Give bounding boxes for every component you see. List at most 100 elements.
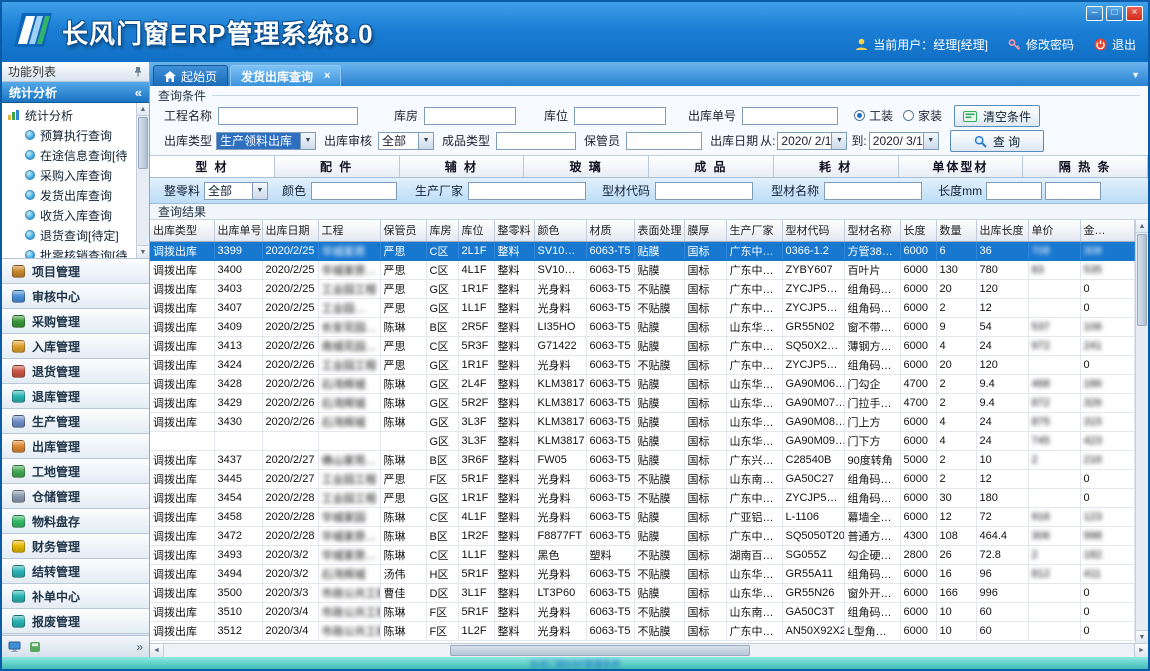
column-header[interactable]: 保管员: [380, 220, 426, 241]
project-name-input[interactable]: [218, 107, 358, 125]
sidebar-menu-item[interactable]: 审核中心: [2, 284, 149, 309]
sidebar-menu-item[interactable]: 结转管理: [2, 559, 149, 584]
table-row[interactable]: 调拨出库35102020/3/4市政公共工程陈琳F区5R1F整料光身料6063-…: [150, 602, 1134, 621]
color-filter-input[interactable]: [311, 182, 397, 200]
tree-item[interactable]: 批零核销查询[待: [2, 245, 136, 258]
scrollbar-thumb[interactable]: [138, 117, 148, 169]
tree-item[interactable]: 收货入库查询: [2, 205, 136, 225]
column-header[interactable]: 出库类型: [150, 220, 214, 241]
material-tab[interactable]: 单体型材: [899, 156, 1024, 177]
sidebar-menu-item[interactable]: 生产管理: [2, 409, 149, 434]
table-row[interactable]: 调拨出库34032020/2/25工业园工程严思G区1R1F整料光身料6063-…: [150, 279, 1134, 298]
column-header[interactable]: 单价: [1028, 220, 1080, 241]
sidebar-section-header[interactable]: 统计分析 «: [2, 82, 149, 103]
radio-jiazhuang[interactable]: [903, 110, 914, 121]
column-header[interactable]: 颜色: [534, 220, 586, 241]
maximize-button[interactable]: □: [1106, 6, 1123, 21]
location-input[interactable]: [574, 107, 666, 125]
table-row[interactable]: G区3L3F整料KLM38176063-T5贴膜国标山东华…GA90M09…门下…: [150, 431, 1134, 450]
table-row[interactable]: 调拨出库34582020/2/28华城家园陈琳C区4L1F整料光身料6063-T…: [150, 507, 1134, 526]
column-header[interactable]: 库位: [458, 220, 494, 241]
grid-hscrollbar[interactable]: ◄ ►: [150, 643, 1148, 657]
sidebar-menu-item[interactable]: 入库管理: [2, 334, 149, 359]
tree-item[interactable]: 退货查询[待定]: [2, 225, 136, 245]
grid-vscrollbar[interactable]: ▲ ▼: [1135, 220, 1148, 643]
clear-conditions-button[interactable]: 清空条件: [954, 105, 1040, 127]
table-row[interactable]: 调拨出库34072020/2/25工业园…严思G区1L1F整料光身料6063-T…: [150, 298, 1134, 317]
chevron-down-icon[interactable]: ▼: [252, 183, 267, 199]
scroll-left-icon[interactable]: ◄: [150, 644, 164, 657]
material-tab[interactable]: 型 材: [150, 156, 275, 177]
keeper-input[interactable]: [626, 132, 702, 150]
warehouse-input[interactable]: [424, 107, 516, 125]
change-password-button[interactable]: 修改密码: [1008, 36, 1074, 53]
chevron-down-icon[interactable]: ▼: [923, 133, 938, 149]
column-header[interactable]: 出库长度: [976, 220, 1028, 241]
table-row[interactable]: 调拨出库34092020/2/25长安花园…陈琳B区2R5F整料LI35HO60…: [150, 317, 1134, 336]
table-row[interactable]: 调拨出库34002020/2/25华城家原…严思C区4L1F整料SV10…606…: [150, 260, 1134, 279]
radio-gongzhuang[interactable]: [854, 110, 865, 121]
table-row[interactable]: 调拨出库34372020/2/27佛山家苑…陈琳B区3R6F整料FW056063…: [150, 450, 1134, 469]
sidebar-menu-item[interactable]: 补单中心: [2, 584, 149, 609]
apps-icon[interactable]: [29, 641, 41, 653]
date-to-select[interactable]: 2020/ 3/16▼: [869, 132, 939, 150]
column-header[interactable]: 数量: [936, 220, 976, 241]
tab-home[interactable]: 起始页: [153, 65, 228, 86]
table-row[interactable]: 调拨出库34542020/2/28工业园工程严思G区1R1F整料光身料6063-…: [150, 488, 1134, 507]
close-button[interactable]: ×: [1126, 6, 1143, 21]
table-row[interactable]: 调拨出库34302020/2/26石湾辉城陈琳G区3L3F整料KLM381760…: [150, 412, 1134, 431]
table-row[interactable]: 调拨出库34242020/2/26工业园工程严思G区1R1F整料光身料6063-…: [150, 355, 1134, 374]
sidebar-menu-item[interactable]: 采购管理: [2, 309, 149, 334]
audit-select[interactable]: 全部▼: [378, 132, 434, 150]
profile-name-input[interactable]: [824, 182, 922, 200]
scrollbar-thumb[interactable]: [1137, 234, 1147, 326]
scroll-up-icon[interactable]: ▲: [137, 103, 149, 116]
tab-close-icon[interactable]: ×: [324, 70, 330, 82]
scroll-down-icon[interactable]: ▼: [1136, 630, 1148, 643]
sidebar-menu-item[interactable]: 退库管理: [2, 384, 149, 409]
scroll-up-icon[interactable]: ▲: [1136, 220, 1148, 233]
material-tab[interactable]: 隔 热 条: [1023, 156, 1148, 177]
minimize-button[interactable]: –: [1086, 6, 1103, 21]
table-row[interactable]: 调拨出库34942020/3/2石湾辉城汤伟H区5R1F整料光身料6063-T5…: [150, 564, 1134, 583]
chevron-down-icon[interactable]: ▼: [831, 133, 846, 149]
column-header[interactable]: 金…: [1080, 220, 1134, 241]
tree-item[interactable]: 在途信息查询[待: [2, 145, 136, 165]
table-row[interactable]: 调拨出库35122020/3/4市政公共工程陈琳F区1L2F整料光身料6063-…: [150, 621, 1134, 640]
sidebar-menu-item[interactable]: 项目管理: [2, 259, 149, 284]
column-header[interactable]: 整零料: [494, 220, 534, 241]
material-tab[interactable]: 成 品: [649, 156, 774, 177]
product-type-input[interactable]: [496, 132, 576, 150]
logout-button[interactable]: 退出: [1094, 36, 1136, 53]
date-from-select[interactable]: 2020/ 2/16▼: [777, 132, 847, 150]
table-row[interactable]: 调拨出库34282020/2/26石湾辉城陈琳G区2L4F整料KLM381760…: [150, 374, 1134, 393]
column-header[interactable]: 型材代码: [782, 220, 844, 241]
column-header[interactable]: 膜厚: [684, 220, 726, 241]
table-row[interactable]: 调拨出库35002020/3/3市政公共工程曹佳D区3L1F整料LT3P6060…: [150, 583, 1134, 602]
material-tab[interactable]: 配 件: [275, 156, 400, 177]
tab-shipping-outbound-query[interactable]: 发货出库查询 ×: [230, 65, 341, 86]
outbound-no-input[interactable]: [742, 107, 838, 125]
whole-part-select[interactable]: 全部▼: [204, 182, 268, 200]
tree-item[interactable]: 预算执行查询: [2, 125, 136, 145]
outbound-type-select[interactable]: 生产领料出库▼: [216, 132, 316, 150]
monitor-icon[interactable]: [8, 641, 21, 653]
sidebar-menu-item[interactable]: 退货管理: [2, 359, 149, 384]
scroll-down-icon[interactable]: ▼: [137, 245, 149, 258]
sidebar-menu-item[interactable]: 物料盘存: [2, 509, 149, 534]
material-tab[interactable]: 玻 璃: [524, 156, 649, 177]
profile-code-input[interactable]: [655, 182, 753, 200]
material-tab[interactable]: 辅 材: [400, 156, 525, 177]
column-header[interactable]: 型材名称: [844, 220, 900, 241]
column-header[interactable]: 工程: [318, 220, 380, 241]
chevron-down-icon[interactable]: ▼: [300, 133, 315, 149]
length-from-input[interactable]: [986, 182, 1042, 200]
tab-list-dropdown-icon[interactable]: ▼: [1131, 70, 1140, 80]
length-to-input[interactable]: [1045, 182, 1101, 200]
sidebar-menu-item[interactable]: 财务管理: [2, 534, 149, 559]
table-row[interactable]: 调拨出库34932020/3/2华城家原…陈琳C区1L1F整料黑色塑料不贴膜国标…: [150, 545, 1134, 564]
pin-icon[interactable]: [133, 66, 143, 77]
column-header[interactable]: 出库日期: [262, 220, 318, 241]
column-header[interactable]: 生产厂家: [726, 220, 782, 241]
column-header[interactable]: 长度: [900, 220, 936, 241]
